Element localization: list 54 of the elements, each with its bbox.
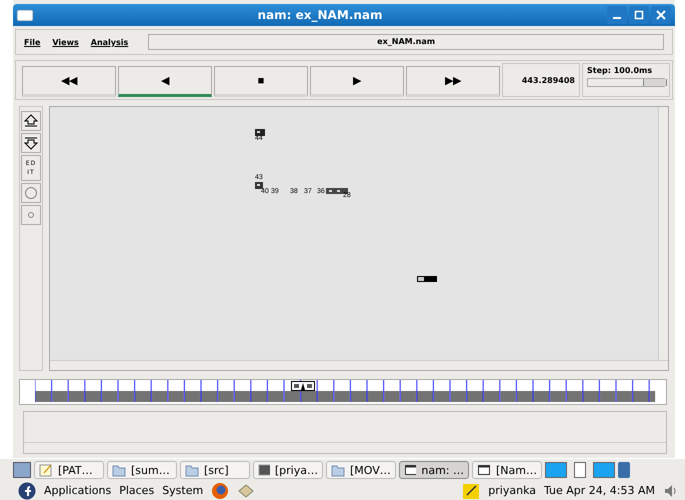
file-name-field: ex_NAM.nam — [148, 34, 664, 50]
circle-icon — [24, 186, 38, 200]
time-marker-icon[interactable] — [291, 381, 316, 391]
playback-button[interactable]: ■ — [214, 66, 308, 97]
menu-item[interactable]: Analysis — [90, 38, 128, 46]
playback-button[interactable]: ▶ — [310, 66, 404, 97]
taskbar-button[interactable]: [src] — [180, 461, 250, 479]
notes-icon[interactable] — [462, 482, 480, 500]
step-label: Step: 100.0ms — [587, 66, 654, 75]
terminal-icon — [258, 463, 270, 477]
user-name[interactable]: priyanka — [488, 484, 536, 497]
circle-icon — [26, 210, 36, 220]
node-cluster-drawing — [255, 129, 265, 137]
minimize-icon — [613, 17, 621, 19]
workspace-icon[interactable] — [574, 462, 586, 478]
firefox-icon[interactable] — [211, 482, 230, 500]
playback-button[interactable]: ◀◀ — [22, 66, 116, 97]
playback-button[interactable]: ◀ — [118, 66, 212, 97]
panel-menu[interactable]: Applications — [44, 484, 112, 497]
node-cluster-drawing — [417, 276, 437, 282]
taskbar-button[interactable]: [PAT… — [34, 461, 104, 479]
window-icon — [404, 463, 416, 477]
slider-thumb[interactable] — [642, 79, 667, 86]
step-slider[interactable] — [587, 78, 665, 87]
menu-item[interactable]: Views — [52, 38, 79, 46]
taskbar-button[interactable]: [Nam… — [472, 461, 542, 479]
zoom-in-icon — [23, 114, 39, 128]
window-menu-icon[interactable] — [17, 10, 33, 20]
menu-item[interactable]: File — [24, 38, 40, 46]
note-icon — [39, 463, 53, 477]
maximize-icon — [634, 10, 644, 20]
zoom-out-icon — [23, 136, 39, 150]
close-icon — [656, 10, 666, 20]
taskbar-button[interactable]: [priya… — [253, 461, 323, 479]
panel-menu[interactable]: System — [162, 484, 204, 497]
minimize-button[interactable] — [607, 6, 627, 24]
window-icon — [477, 463, 491, 477]
folder-icon — [331, 463, 345, 477]
panel-menu[interactable]: Places — [119, 484, 154, 497]
window-title: nam: ex_NAM.nam — [256, 8, 384, 22]
taskbar-button[interactable]: [sum… — [107, 461, 177, 479]
clock[interactable]: Tue Apr 24, 4:53 AM — [544, 484, 655, 497]
time-display: 443.289408 — [502, 63, 580, 97]
maximize-button[interactable] — [629, 6, 649, 24]
taskbar-button[interactable]: [MOV… — [326, 461, 396, 479]
folder-icon — [112, 463, 126, 477]
close-button[interactable] — [651, 6, 671, 24]
taskbar-button[interactable]: nam: … — [399, 461, 469, 479]
folder-icon — [185, 463, 199, 477]
tool-button[interactable] — [21, 111, 41, 131]
tool-button[interactable] — [21, 133, 41, 153]
fedora-logo-icon[interactable] — [18, 482, 36, 500]
node-cluster-drawing — [255, 182, 263, 190]
playback-button[interactable]: ▶▶ — [406, 66, 500, 97]
